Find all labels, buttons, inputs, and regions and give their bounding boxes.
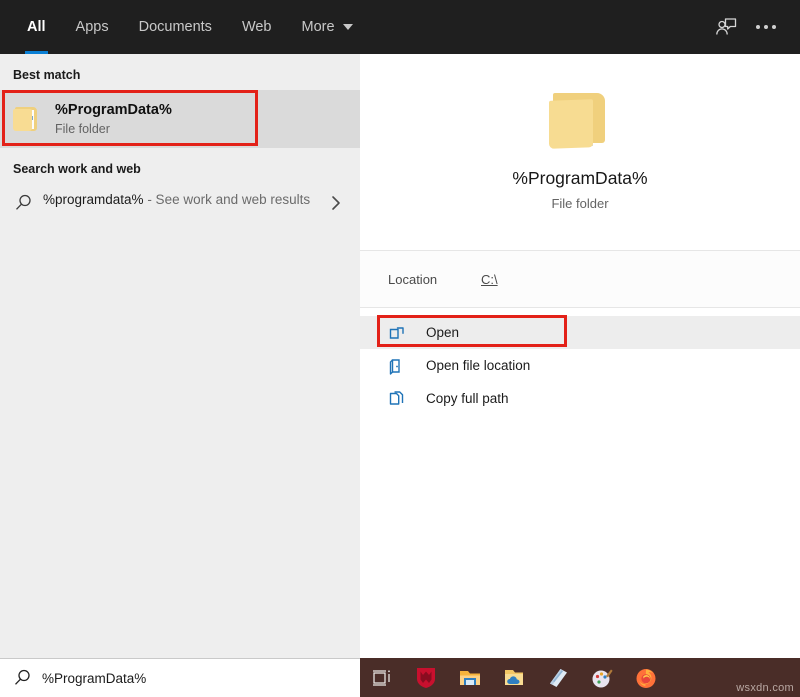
tab-web-label: Web bbox=[242, 19, 272, 35]
web-search-suffix: - See work and web results bbox=[144, 192, 311, 207]
action-open-label: Open bbox=[426, 325, 459, 340]
web-search-result-row[interactable]: %programdata% - See work and web results bbox=[0, 184, 360, 218]
firefox-icon[interactable] bbox=[624, 658, 668, 697]
tab-all[interactable]: All bbox=[12, 0, 61, 54]
search-results-list: Best match %ProgramData% File folder Sea… bbox=[0, 54, 360, 658]
file-explorer-icon[interactable] bbox=[448, 658, 492, 697]
copy-icon bbox=[388, 390, 426, 408]
action-copy-full-path-label: Copy full path bbox=[426, 391, 509, 406]
paint-icon[interactable] bbox=[580, 658, 624, 697]
preview-subtitle: File folder bbox=[551, 196, 608, 211]
ellipsis-dots bbox=[756, 25, 776, 29]
action-list: Open Open file location bbox=[360, 308, 800, 415]
task-view-icon[interactable] bbox=[360, 658, 404, 697]
location-label: Location bbox=[388, 272, 481, 287]
web-search-query: %programdata% bbox=[43, 192, 144, 207]
search-flyout: All Apps Documents Web More bbox=[0, 0, 800, 658]
location-link[interactable]: C:\ bbox=[481, 272, 498, 287]
best-match-title: %ProgramData% bbox=[55, 101, 172, 120]
taskbar-search-box[interactable]: %ProgramData% bbox=[0, 658, 360, 697]
more-options-icon[interactable] bbox=[746, 7, 786, 47]
location-row: Location C:\ bbox=[360, 250, 800, 308]
header-actions bbox=[706, 7, 800, 47]
open-folder-icon bbox=[388, 357, 426, 375]
preview-title: %ProgramData% bbox=[512, 167, 647, 190]
search-icon bbox=[12, 668, 42, 688]
tab-more-label: More bbox=[302, 19, 335, 35]
person-feedback-icon[interactable] bbox=[706, 7, 746, 47]
tab-documents-label: Documents bbox=[139, 19, 212, 35]
microsoft-store-icon[interactable] bbox=[536, 658, 580, 697]
tab-web[interactable]: Web bbox=[227, 0, 287, 54]
preview-pane: %ProgramData% File folder Location C:\ O… bbox=[360, 54, 800, 658]
search-tab-strip: All Apps Documents Web More bbox=[0, 0, 368, 54]
best-match-subtitle: File folder bbox=[55, 121, 172, 138]
onedrive-folder-icon[interactable] bbox=[492, 658, 536, 697]
watermark: wsxdn.com bbox=[736, 682, 794, 694]
taskbar-icon-tray: wsxdn.com bbox=[360, 658, 800, 697]
open-external-icon bbox=[388, 324, 426, 342]
preview-header: %ProgramData% File folder bbox=[360, 54, 800, 250]
tab-documents[interactable]: Documents bbox=[124, 0, 227, 54]
web-search-text: %programdata% - See work and web results bbox=[43, 190, 325, 209]
web-section-heading: Search work and web bbox=[0, 148, 360, 184]
taskbar-search-value: %ProgramData% bbox=[42, 671, 146, 686]
mcafee-icon[interactable] bbox=[404, 658, 448, 697]
action-open[interactable]: Open bbox=[360, 316, 800, 349]
chevron-down-icon bbox=[343, 24, 353, 30]
tab-more[interactable]: More bbox=[287, 0, 368, 54]
search-header-bar: All Apps Documents Web More bbox=[0, 0, 800, 54]
action-copy-full-path[interactable]: Copy full path bbox=[360, 382, 800, 415]
chevron-right-icon[interactable] bbox=[325, 194, 347, 212]
best-match-section: %ProgramData% File folder bbox=[0, 90, 360, 148]
tab-apps[interactable]: Apps bbox=[61, 0, 124, 54]
tab-all-label: All bbox=[27, 19, 46, 35]
action-open-file-location-label: Open file location bbox=[426, 358, 530, 373]
tab-apps-label: Apps bbox=[76, 19, 109, 35]
best-match-heading: Best match bbox=[0, 54, 360, 90]
folder-icon bbox=[13, 106, 41, 132]
folder-icon bbox=[549, 93, 611, 151]
search-results-body: Best match %ProgramData% File folder Sea… bbox=[0, 54, 800, 658]
taskbar: %ProgramData% bbox=[0, 658, 800, 697]
search-icon bbox=[13, 193, 43, 218]
best-match-result-row[interactable]: %ProgramData% File folder bbox=[0, 90, 360, 148]
action-open-file-location[interactable]: Open file location bbox=[360, 349, 800, 382]
best-match-text: %ProgramData% File folder bbox=[55, 101, 172, 138]
